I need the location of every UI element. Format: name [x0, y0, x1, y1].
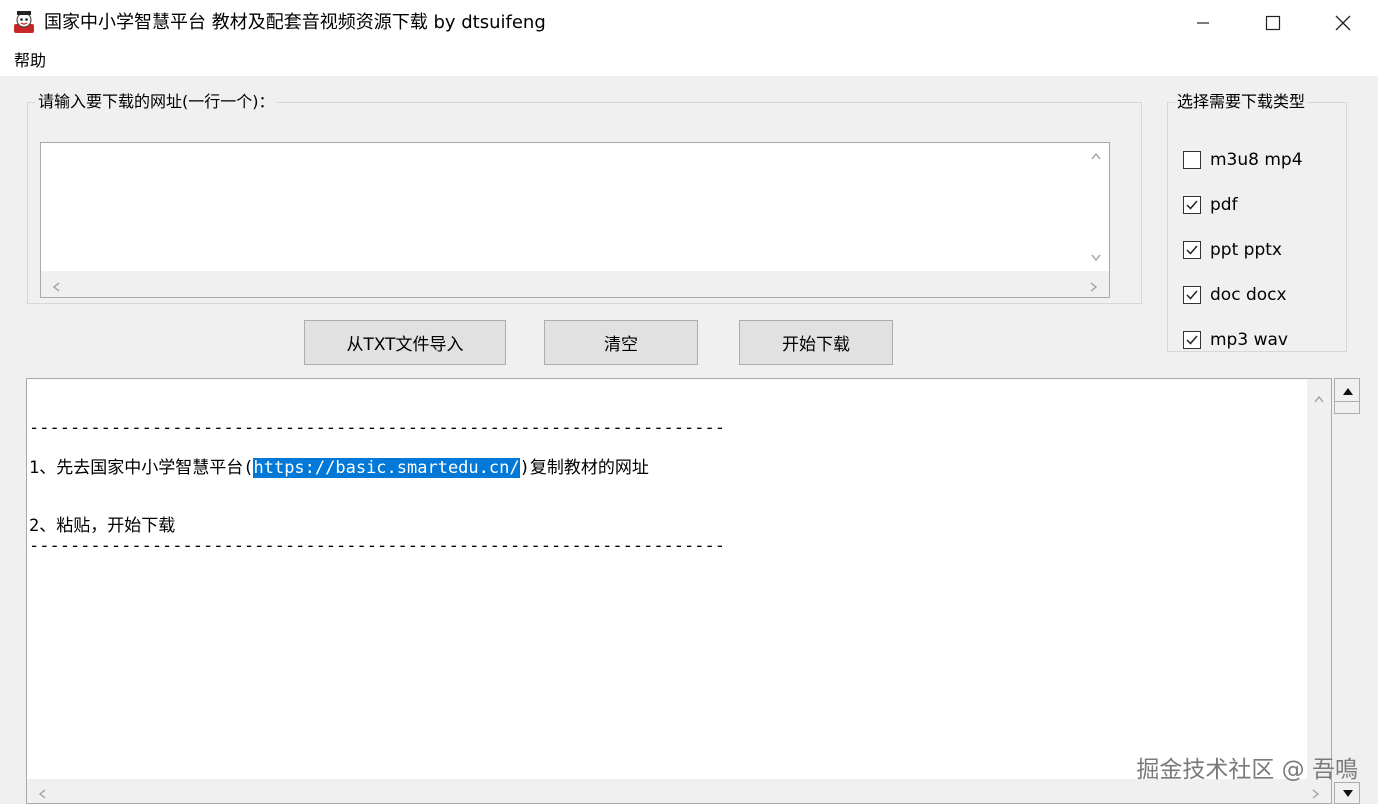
checkbox-m3u8-mp4[interactable]: m3u8 mp4: [1183, 147, 1303, 173]
checkbox-ppt-pptx[interactable]: ppt pptx: [1183, 237, 1282, 263]
checkbox-label: doc docx: [1210, 285, 1287, 305]
checkbox-checked-icon[interactable]: [1183, 286, 1201, 304]
url-input[interactable]: [40, 142, 1110, 298]
checkbox-label: m3u8 mp4: [1210, 150, 1303, 170]
minimize-button[interactable]: [1168, 0, 1238, 46]
log-divider-bottom: ----------------------------------------…: [29, 536, 725, 556]
outer-scroll-up-button[interactable]: [1334, 378, 1360, 414]
scroll-down-icon[interactable]: [1090, 253, 1102, 265]
checkbox-label: ppt pptx: [1210, 240, 1282, 260]
checkbox-label: mp3 wav: [1210, 330, 1288, 350]
checkbox-pdf[interactable]: pdf: [1183, 192, 1238, 218]
log-line-2: 2、粘贴，开始下载: [29, 516, 176, 536]
close-icon: [1335, 15, 1351, 31]
scroll-right-icon[interactable]: [1089, 278, 1099, 297]
import-txt-button[interactable]: 从TXT文件导入: [304, 320, 506, 365]
start-download-button[interactable]: 开始下载: [739, 320, 893, 365]
log-divider-top: ----------------------------------------…: [29, 418, 725, 438]
scroll-up-icon[interactable]: [1090, 151, 1102, 163]
scroll-up-icon[interactable]: [1313, 389, 1325, 408]
watermark: 掘金技术社区 @ 吾鳴: [1136, 757, 1358, 783]
log-line-1: 1、先去国家中小学智慧平台(https://basic.smartedu.cn/…: [29, 457, 649, 479]
window-title: 国家中小学智慧平台 教材及配套音视频资源下载 by dtsuifeng: [44, 12, 546, 33]
type-group-legend: 选择需要下载类型: [1175, 91, 1308, 113]
log-line-1-prefix: 1、先去国家中小学智慧平台(: [29, 458, 254, 478]
scroll-left-icon[interactable]: [37, 785, 47, 804]
checkbox-doc-docx[interactable]: doc docx: [1183, 282, 1287, 308]
triangle-down-icon: [1343, 790, 1353, 797]
close-button[interactable]: [1308, 0, 1378, 46]
checkbox-mp3-wav[interactable]: mp3 wav: [1183, 327, 1288, 353]
maximize-button[interactable]: [1238, 0, 1308, 46]
clear-button[interactable]: 清空: [544, 320, 698, 365]
url-group-legend: 请输入要下载的网址(一行一个)：: [36, 91, 277, 113]
checkbox-checked-icon[interactable]: [1183, 331, 1201, 349]
log-vertical-scrollbar[interactable]: [1307, 379, 1331, 779]
log-line-1-suffix: )复制教材的网址: [519, 458, 649, 478]
scroll-right-icon[interactable]: [1311, 785, 1321, 804]
checkbox-icon[interactable]: [1183, 151, 1201, 169]
checkbox-label: pdf: [1210, 195, 1238, 215]
outer-scroll-down-button[interactable]: [1334, 782, 1360, 804]
scroll-thumb-edge: [1335, 401, 1359, 402]
selected-url-text[interactable]: https://basic.smartedu.cn/: [253, 458, 520, 478]
url-input-text[interactable]: [41, 143, 1089, 271]
url-horizontal-scrollbar[interactable]: [41, 271, 1109, 297]
scroll-left-icon[interactable]: [51, 278, 61, 297]
outer-vertical-scrollbar[interactable]: [1334, 378, 1360, 804]
minimize-icon: [1197, 22, 1209, 24]
menu-help[interactable]: 帮助: [12, 48, 48, 74]
log-output[interactable]: ----------------------------------------…: [26, 378, 1332, 804]
checkbox-checked-icon[interactable]: [1183, 241, 1201, 259]
checkbox-checked-icon[interactable]: [1183, 196, 1201, 214]
app-icon: [12, 10, 36, 34]
triangle-up-icon: [1343, 388, 1353, 395]
menu-bar: [0, 46, 1378, 76]
type-groupbox: [1167, 102, 1347, 352]
maximize-icon: [1265, 15, 1281, 31]
